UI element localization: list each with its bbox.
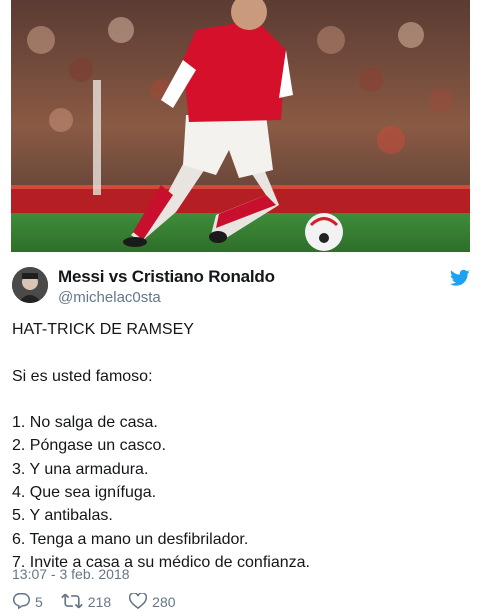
tweet-line: 4. Que sea ignífuga. bbox=[12, 484, 157, 502]
twitter-bird-icon[interactable] bbox=[450, 269, 470, 287]
heart-icon bbox=[129, 591, 152, 612]
tweet-line: 2. Póngase un casco. bbox=[12, 437, 166, 455]
author-handle[interactable]: @michelac0sta bbox=[58, 289, 161, 306]
tweet-photo[interactable] bbox=[11, 0, 470, 252]
like-button[interactable]: 280 bbox=[129, 591, 176, 612]
tweet-line: 1. No salga de casa. bbox=[12, 414, 158, 432]
like-count: 280 bbox=[152, 594, 176, 610]
retweet-icon bbox=[61, 593, 88, 612]
tweet-line: Si es usted famoso: bbox=[12, 367, 153, 385]
tweet-actions: 5 218 280 bbox=[12, 591, 194, 612]
reply-button[interactable]: 5 bbox=[12, 592, 43, 612]
tweet-line: 5. Y antibalas. bbox=[12, 507, 113, 525]
tweet-line: 3. Y una armadura. bbox=[12, 460, 149, 478]
tweet-line bbox=[12, 388, 472, 411]
retweet-count: 218 bbox=[87, 594, 112, 610]
avatar[interactable] bbox=[12, 267, 48, 303]
tweet-text: HAT-TRICK DE RAMSEY Si es usted famoso: … bbox=[12, 318, 472, 574]
tweet-timestamp[interactable]: 13:07 - 3 feb. 2018 bbox=[12, 566, 130, 582]
retweet-button[interactable]: 218 bbox=[61, 593, 111, 612]
tweet-line: HAT-TRICK DE RAMSEY bbox=[12, 321, 194, 338]
tweet-card: Messi vs Cristiano Ronaldo @michelac0sta… bbox=[0, 252, 484, 613]
reply-count: 5 bbox=[35, 594, 43, 610]
reply-icon bbox=[12, 592, 35, 612]
tweet-line: 6. Tenga a mano un desfibrilador. bbox=[12, 530, 249, 548]
tweet-line bbox=[12, 341, 472, 364]
author-name[interactable]: Messi vs Cristiano Ronaldo bbox=[58, 267, 275, 287]
